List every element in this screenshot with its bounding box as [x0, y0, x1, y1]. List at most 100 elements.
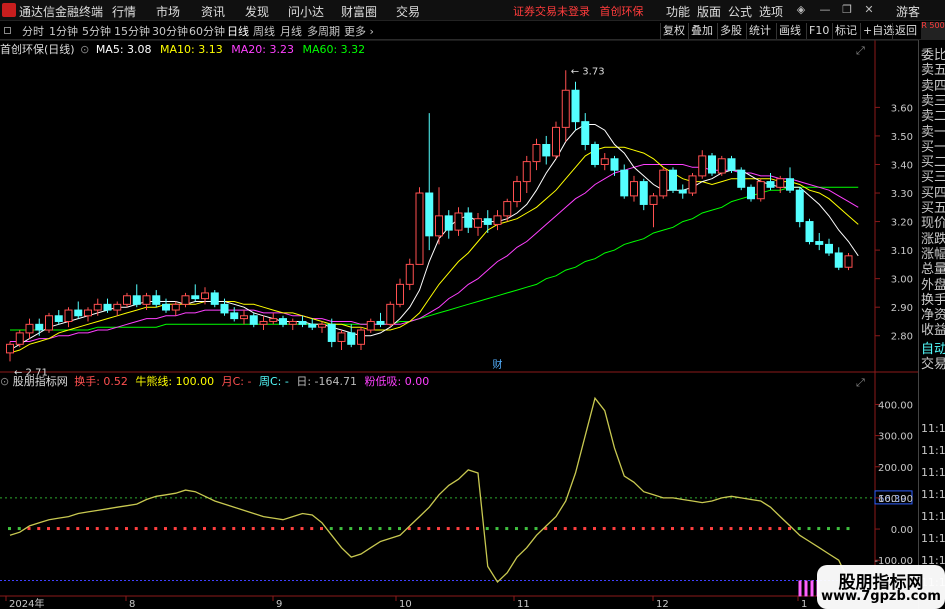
price-tick-label: 3.50 [891, 132, 913, 143]
candle-down [669, 169, 677, 191]
candle-up [386, 303, 395, 325]
side-panel-item[interactable]: 总量 [921, 262, 945, 277]
side-panel-item[interactable]: 买二 [921, 155, 945, 170]
candle-down [162, 303, 170, 311]
candle-down [230, 312, 239, 320]
price-tick-label: 3.10 [891, 246, 913, 257]
side-panel-item[interactable]: 现价 [921, 216, 945, 231]
zero-dot [563, 527, 567, 531]
trade-time-item: 11:13 [921, 444, 945, 457]
candle-up [93, 303, 102, 311]
candle-down [35, 323, 44, 331]
zero-dot [261, 527, 265, 531]
side-panel-item[interactable]: 净资 [921, 308, 945, 323]
realtime-badge[interactable]: R 500 [921, 22, 945, 40]
candle-up [630, 181, 638, 197]
price-tick-label: 3.00 [891, 275, 913, 286]
side-panel-item[interactable]: 买四 [921, 186, 945, 201]
zero-dot [612, 527, 616, 531]
candle-up [552, 126, 560, 157]
side-panel-item[interactable]: 买一 [921, 140, 945, 155]
candle-up [6, 343, 14, 354]
zero-dot [320, 527, 323, 531]
kline-chart[interactable]: 66.39 3.60 3.50 3.40 3.30 3.20 3.10 3.00 2.90 2.… [0, 0, 918, 609]
zero-dot [495, 527, 499, 531]
side-panel-item[interactable]: 卖二 [921, 109, 945, 124]
zero-dot [193, 527, 197, 531]
candle-up [532, 143, 541, 163]
ma60-line [10, 186, 859, 331]
side-panel-item[interactable]: 涨幅 [921, 247, 945, 262]
candle-down [727, 158, 736, 171]
candle-up [522, 161, 531, 183]
price-tick-label: 3.30 [891, 189, 913, 200]
zero-dot [573, 527, 577, 531]
candle-up [513, 181, 521, 203]
candle-up [776, 178, 785, 188]
side-panel-item[interactable]: 交易 [921, 357, 945, 372]
time-tick-label: 11 [517, 599, 530, 609]
zero-dot [349, 527, 353, 531]
zero-dot [807, 527, 811, 531]
candles [6, 70, 853, 362]
zero-dot [388, 527, 392, 531]
zero-dot [76, 527, 80, 531]
zero-dot [700, 527, 704, 531]
price-tick-label: 2.90 [891, 303, 913, 314]
side-panel-item[interactable]: 卖四 [921, 79, 945, 94]
price-tick-label: 3.40 [891, 160, 913, 171]
zero-dot [86, 527, 89, 531]
chart-grid [0, 39, 918, 597]
side-panel-item[interactable]: 卖三 [921, 94, 945, 109]
candle-down [786, 178, 794, 191]
time-tick-label: 12 [656, 599, 669, 609]
zero-dot [37, 527, 41, 531]
candle-down [825, 243, 833, 254]
candle-down [249, 315, 258, 325]
zero-dot [651, 527, 655, 531]
candle-down [815, 241, 824, 245]
candle-down [132, 295, 141, 305]
side-panel-item[interactable]: 买三 [921, 170, 945, 185]
candle-down [425, 192, 434, 237]
candle-up [318, 323, 326, 328]
candle-up [240, 315, 248, 320]
zero-dot [437, 527, 440, 531]
side-panel-item[interactable]: 涨跌 [921, 232, 945, 247]
side-panel-item[interactable]: 换手 [921, 293, 945, 308]
zero-dot [310, 527, 314, 531]
trade-time-item: 11:13 [921, 422, 945, 435]
indicator-tick-label: 100.00 [878, 494, 913, 505]
side-panel-item[interactable]: 自动 [921, 342, 945, 357]
candle-down [571, 89, 580, 123]
zero-dot [222, 527, 226, 531]
zero-dot [593, 527, 596, 531]
side-panel-item[interactable]: 收益 [921, 323, 945, 338]
candle-up [493, 215, 502, 225]
zero-dot [505, 527, 509, 531]
zero-dot [427, 527, 431, 531]
side-panel-item[interactable]: 外盘 [921, 278, 945, 293]
side-panel-item[interactable]: 卖五 [921, 63, 945, 78]
zero-dot [729, 527, 733, 531]
side-panel-item[interactable]: 卖一 [921, 125, 945, 140]
candle-down [308, 323, 317, 328]
zero-dot [105, 527, 109, 531]
candle-down [347, 332, 356, 345]
zero-dot [758, 527, 762, 531]
candle-up [659, 169, 668, 197]
candle-up [84, 309, 92, 317]
zero-dot [554, 527, 557, 531]
candle-down [805, 221, 814, 243]
candle-up [25, 323, 34, 334]
zero-dot [212, 527, 216, 531]
zero-dot [329, 527, 333, 531]
side-panel-item[interactable]: 委比 [921, 48, 945, 63]
candle-down [298, 320, 307, 325]
candle-up [698, 155, 707, 177]
side-panel-item[interactable]: 买五 [921, 201, 945, 216]
candle-up [503, 201, 512, 217]
zero-dot [300, 527, 304, 531]
candle-down [74, 309, 83, 317]
zero-dot [466, 527, 470, 531]
